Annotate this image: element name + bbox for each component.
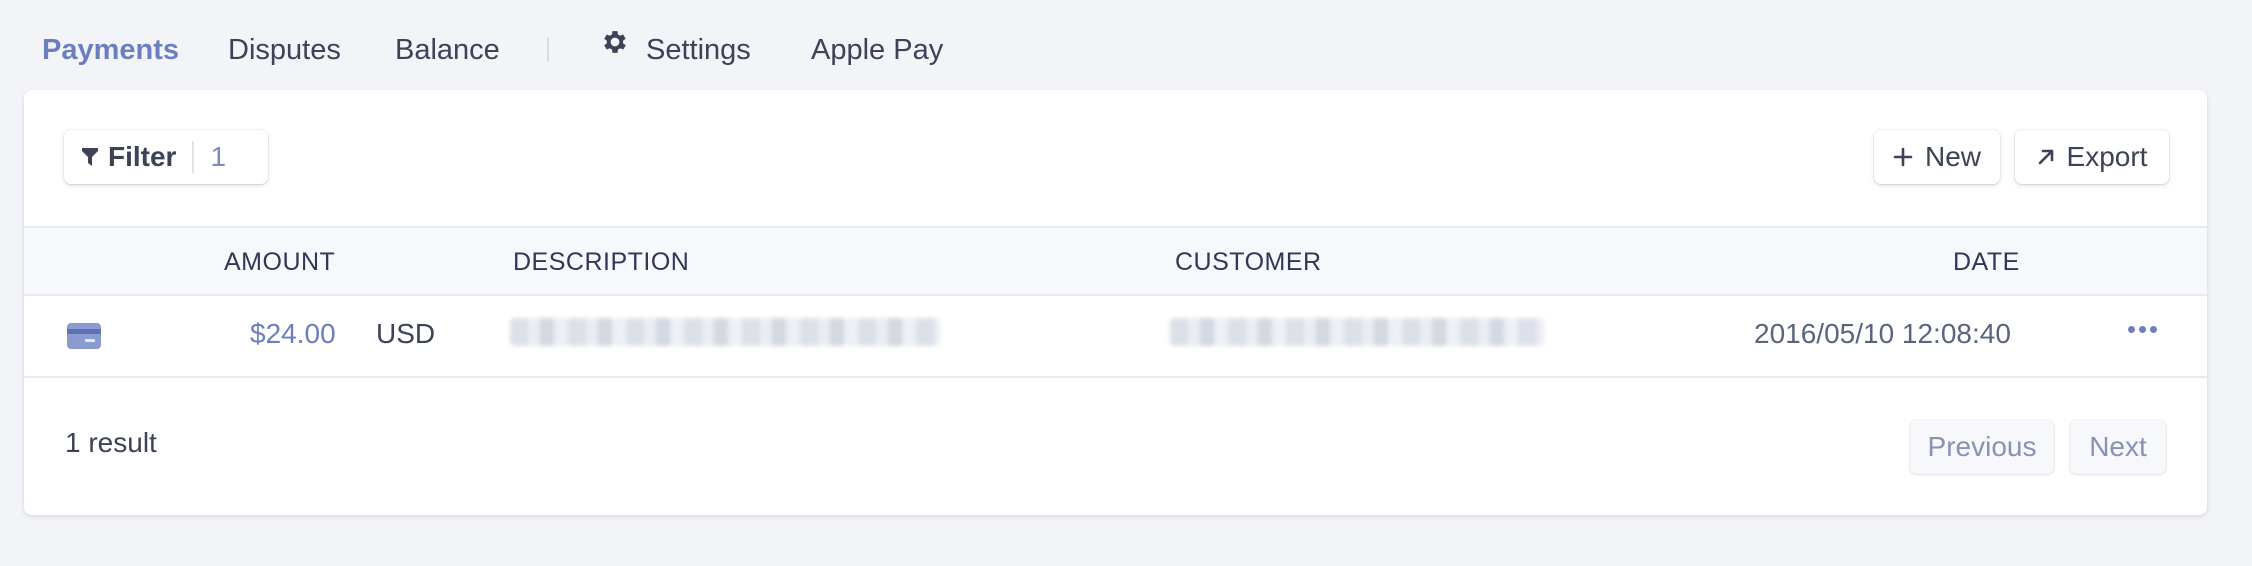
- filter-button[interactable]: Filter 1: [64, 130, 268, 184]
- column-header-date[interactable]: DATE: [1953, 248, 2020, 277]
- export-button[interactable]: Export: [2015, 130, 2169, 184]
- filter-label: Filter: [108, 141, 177, 172]
- payment-amount: $24.00: [250, 318, 336, 349]
- tab-payments[interactable]: Payments: [42, 28, 179, 72]
- export-label: Export: [2066, 141, 2148, 172]
- description-redacted: [510, 318, 940, 346]
- filter-divider: [192, 141, 195, 173]
- more-actions-icon[interactable]: [2128, 326, 2157, 333]
- plus-icon: [1893, 147, 1913, 167]
- nav-divider: [547, 38, 549, 62]
- arrow-up-right-icon: [2037, 148, 2055, 166]
- tab-balance[interactable]: Balance: [395, 28, 500, 72]
- tab-settings[interactable]: Settings: [600, 28, 751, 72]
- next-page-button[interactable]: Next: [2070, 420, 2166, 474]
- previous-page-button[interactable]: Previous: [1910, 420, 2054, 474]
- filter-icon: [82, 148, 98, 166]
- table-row[interactable]: $24.00 USD 2016/05/10 12:08:40: [24, 296, 2207, 378]
- tab-apple-pay[interactable]: Apple Pay: [811, 28, 943, 72]
- column-header-description[interactable]: DESCRIPTION: [513, 248, 689, 277]
- new-label: New: [1924, 141, 1981, 172]
- column-header-customer[interactable]: CUSTOMER: [1175, 248, 1322, 277]
- table-header: AMOUNT DESCRIPTION CUSTOMER DATE: [24, 226, 2207, 296]
- column-header-amount[interactable]: AMOUNT: [224, 248, 335, 277]
- payments-card: Filter 1 New Export AMOUNT DESCRIPTION C…: [24, 90, 2207, 515]
- gear-icon: [600, 26, 630, 70]
- top-navigation: Payments Disputes Balance Settings Apple…: [0, 0, 2252, 90]
- result-count: 1 result: [65, 427, 157, 458]
- payment-date: 2016/05/10 12:08:40: [1754, 318, 2011, 349]
- new-button[interactable]: New: [1874, 130, 2000, 184]
- tab-settings-label: Settings: [646, 34, 751, 66]
- customer-redacted: [1170, 318, 1544, 346]
- credit-card-icon: [67, 323, 101, 354]
- payment-currency: USD: [376, 318, 436, 349]
- filter-count-badge: 1: [210, 141, 227, 172]
- tab-disputes[interactable]: Disputes: [228, 28, 341, 72]
